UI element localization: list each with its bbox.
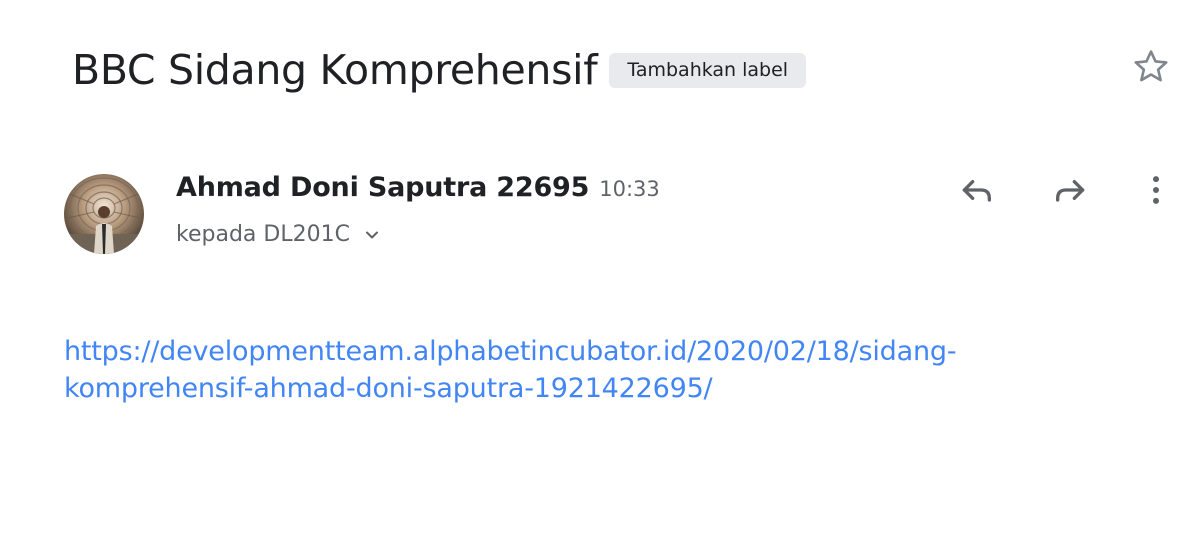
sender-avatar[interactable] (64, 174, 144, 254)
reply-button[interactable] (952, 166, 1000, 214)
star-icon[interactable] (1130, 46, 1172, 88)
forward-button[interactable] (1047, 166, 1095, 214)
reply-icon (962, 180, 991, 202)
chevron-down-icon (365, 231, 378, 238)
sender-line: Ahmad Doni Saputra 22695 10:33 (176, 172, 660, 203)
email-subject: BBC Sidang Komprehensif (72, 46, 598, 94)
more-options-button[interactable] (1132, 166, 1180, 214)
forward-icon (1056, 180, 1085, 202)
body-link-line-1: https://developmentteam.alphabetincubato… (64, 336, 957, 367)
sent-time: 10:33 (599, 177, 660, 201)
body-link-line-2: komprehensif-ahmad-doni-saputra-19214226… (64, 373, 713, 404)
add-label-chip[interactable]: Tambahkan label (609, 52, 807, 88)
body-link[interactable]: https://developmentteam.alphabetincubato… (64, 333, 1144, 407)
sender-name[interactable]: Ahmad Doni Saputra 22695 (176, 172, 589, 203)
recipient-text: kepada DL201C (176, 222, 350, 247)
more-vert-icon (1153, 176, 1159, 204)
subject-header: BBC Sidang Komprehensif Tambahkan label (72, 40, 807, 100)
recipient-details-toggle[interactable]: kepada DL201C (176, 222, 382, 247)
